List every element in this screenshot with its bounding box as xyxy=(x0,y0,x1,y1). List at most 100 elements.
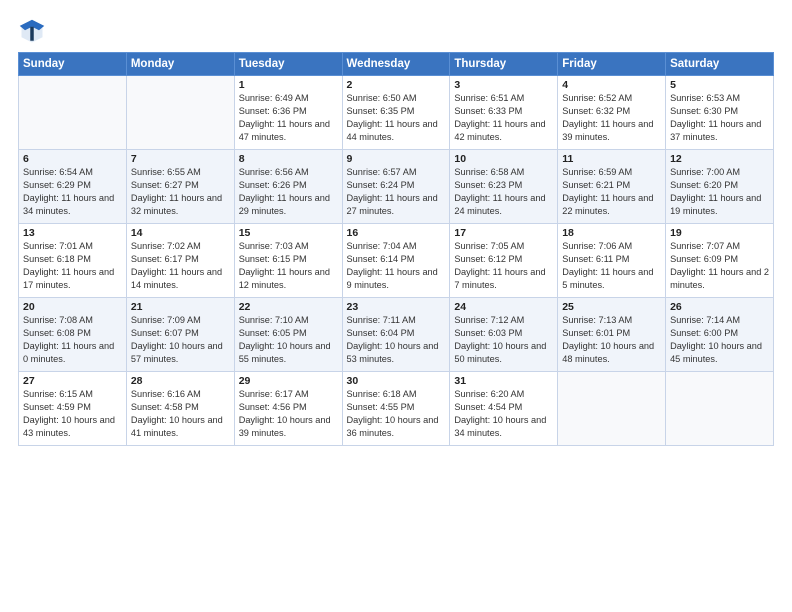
day-number: 3 xyxy=(454,79,553,91)
day-info: Sunrise: 7:11 AMSunset: 6:04 PMDaylight:… xyxy=(347,314,446,366)
day-info: Sunrise: 6:55 AMSunset: 6:27 PMDaylight:… xyxy=(131,166,230,218)
calendar-cell xyxy=(558,372,666,446)
day-info: Sunrise: 6:17 AMSunset: 4:56 PMDaylight:… xyxy=(239,388,338,440)
calendar-cell: 27Sunrise: 6:15 AMSunset: 4:59 PMDayligh… xyxy=(19,372,127,446)
day-number: 15 xyxy=(239,227,338,239)
day-info: Sunrise: 7:03 AMSunset: 6:15 PMDaylight:… xyxy=(239,240,338,292)
day-info: Sunrise: 7:12 AMSunset: 6:03 PMDaylight:… xyxy=(454,314,553,366)
calendar-cell: 22Sunrise: 7:10 AMSunset: 6:05 PMDayligh… xyxy=(234,298,342,372)
calendar-cell: 8Sunrise: 6:56 AMSunset: 6:26 PMDaylight… xyxy=(234,150,342,224)
weekday-header-row: SundayMondayTuesdayWednesdayThursdayFrid… xyxy=(19,53,774,76)
day-info: Sunrise: 7:01 AMSunset: 6:18 PMDaylight:… xyxy=(23,240,122,292)
day-number: 29 xyxy=(239,375,338,387)
calendar-cell: 19Sunrise: 7:07 AMSunset: 6:09 PMDayligh… xyxy=(666,224,774,298)
weekday-header-thursday: Thursday xyxy=(450,53,558,76)
day-info: Sunrise: 6:51 AMSunset: 6:33 PMDaylight:… xyxy=(454,92,553,144)
weekday-header-friday: Friday xyxy=(558,53,666,76)
day-number: 4 xyxy=(562,79,661,91)
calendar-cell: 16Sunrise: 7:04 AMSunset: 6:14 PMDayligh… xyxy=(342,224,450,298)
day-number: 23 xyxy=(347,301,446,313)
day-number: 17 xyxy=(454,227,553,239)
day-info: Sunrise: 6:18 AMSunset: 4:55 PMDaylight:… xyxy=(347,388,446,440)
calendar-cell: 25Sunrise: 7:13 AMSunset: 6:01 PMDayligh… xyxy=(558,298,666,372)
day-number: 9 xyxy=(347,153,446,165)
day-number: 24 xyxy=(454,301,553,313)
day-info: Sunrise: 6:20 AMSunset: 4:54 PMDaylight:… xyxy=(454,388,553,440)
day-info: Sunrise: 6:49 AMSunset: 6:36 PMDaylight:… xyxy=(239,92,338,144)
day-number: 21 xyxy=(131,301,230,313)
logo xyxy=(18,18,50,46)
calendar-cell: 21Sunrise: 7:09 AMSunset: 6:07 PMDayligh… xyxy=(126,298,234,372)
day-number: 31 xyxy=(454,375,553,387)
day-info: Sunrise: 6:56 AMSunset: 6:26 PMDaylight:… xyxy=(239,166,338,218)
calendar-cell: 15Sunrise: 7:03 AMSunset: 6:15 PMDayligh… xyxy=(234,224,342,298)
calendar-cell: 9Sunrise: 6:57 AMSunset: 6:24 PMDaylight… xyxy=(342,150,450,224)
day-info: Sunrise: 6:58 AMSunset: 6:23 PMDaylight:… xyxy=(454,166,553,218)
day-info: Sunrise: 7:13 AMSunset: 6:01 PMDaylight:… xyxy=(562,314,661,366)
day-number: 8 xyxy=(239,153,338,165)
day-info: Sunrise: 6:16 AMSunset: 4:58 PMDaylight:… xyxy=(131,388,230,440)
calendar-cell: 13Sunrise: 7:01 AMSunset: 6:18 PMDayligh… xyxy=(19,224,127,298)
day-number: 20 xyxy=(23,301,122,313)
day-info: Sunrise: 7:08 AMSunset: 6:08 PMDaylight:… xyxy=(23,314,122,366)
weekday-header-wednesday: Wednesday xyxy=(342,53,450,76)
main-container: SundayMondayTuesdayWednesdayThursdayFrid… xyxy=(0,0,792,456)
calendar-cell: 1Sunrise: 6:49 AMSunset: 6:36 PMDaylight… xyxy=(234,76,342,150)
day-number: 6 xyxy=(23,153,122,165)
week-row-5: 27Sunrise: 6:15 AMSunset: 4:59 PMDayligh… xyxy=(19,372,774,446)
day-info: Sunrise: 6:52 AMSunset: 6:32 PMDaylight:… xyxy=(562,92,661,144)
day-info: Sunrise: 7:14 AMSunset: 6:00 PMDaylight:… xyxy=(670,314,769,366)
day-number: 13 xyxy=(23,227,122,239)
day-number: 12 xyxy=(670,153,769,165)
day-info: Sunrise: 6:15 AMSunset: 4:59 PMDaylight:… xyxy=(23,388,122,440)
day-info: Sunrise: 7:09 AMSunset: 6:07 PMDaylight:… xyxy=(131,314,230,366)
day-info: Sunrise: 6:59 AMSunset: 6:21 PMDaylight:… xyxy=(562,166,661,218)
day-info: Sunrise: 6:50 AMSunset: 6:35 PMDaylight:… xyxy=(347,92,446,144)
header xyxy=(18,18,774,46)
calendar-cell xyxy=(19,76,127,150)
day-number: 26 xyxy=(670,301,769,313)
calendar-cell: 6Sunrise: 6:54 AMSunset: 6:29 PMDaylight… xyxy=(19,150,127,224)
day-info: Sunrise: 7:05 AMSunset: 6:12 PMDaylight:… xyxy=(454,240,553,292)
calendar-cell: 31Sunrise: 6:20 AMSunset: 4:54 PMDayligh… xyxy=(450,372,558,446)
day-number: 5 xyxy=(670,79,769,91)
calendar-cell: 4Sunrise: 6:52 AMSunset: 6:32 PMDaylight… xyxy=(558,76,666,150)
calendar-cell: 24Sunrise: 7:12 AMSunset: 6:03 PMDayligh… xyxy=(450,298,558,372)
day-number: 22 xyxy=(239,301,338,313)
calendar-cell: 12Sunrise: 7:00 AMSunset: 6:20 PMDayligh… xyxy=(666,150,774,224)
day-info: Sunrise: 7:02 AMSunset: 6:17 PMDaylight:… xyxy=(131,240,230,292)
day-number: 25 xyxy=(562,301,661,313)
weekday-header-tuesday: Tuesday xyxy=(234,53,342,76)
calendar-cell: 20Sunrise: 7:08 AMSunset: 6:08 PMDayligh… xyxy=(19,298,127,372)
day-info: Sunrise: 7:06 AMSunset: 6:11 PMDaylight:… xyxy=(562,240,661,292)
calendar-cell xyxy=(666,372,774,446)
calendar-cell: 11Sunrise: 6:59 AMSunset: 6:21 PMDayligh… xyxy=(558,150,666,224)
calendar-cell: 10Sunrise: 6:58 AMSunset: 6:23 PMDayligh… xyxy=(450,150,558,224)
calendar-cell: 3Sunrise: 6:51 AMSunset: 6:33 PMDaylight… xyxy=(450,76,558,150)
calendar-cell: 29Sunrise: 6:17 AMSunset: 4:56 PMDayligh… xyxy=(234,372,342,446)
calendar-cell xyxy=(126,76,234,150)
calendar-cell: 5Sunrise: 6:53 AMSunset: 6:30 PMDaylight… xyxy=(666,76,774,150)
calendar-cell: 18Sunrise: 7:06 AMSunset: 6:11 PMDayligh… xyxy=(558,224,666,298)
week-row-1: 1Sunrise: 6:49 AMSunset: 6:36 PMDaylight… xyxy=(19,76,774,150)
day-info: Sunrise: 7:00 AMSunset: 6:20 PMDaylight:… xyxy=(670,166,769,218)
week-row-4: 20Sunrise: 7:08 AMSunset: 6:08 PMDayligh… xyxy=(19,298,774,372)
day-number: 30 xyxy=(347,375,446,387)
day-number: 11 xyxy=(562,153,661,165)
calendar-cell: 14Sunrise: 7:02 AMSunset: 6:17 PMDayligh… xyxy=(126,224,234,298)
calendar-cell: 23Sunrise: 7:11 AMSunset: 6:04 PMDayligh… xyxy=(342,298,450,372)
week-row-3: 13Sunrise: 7:01 AMSunset: 6:18 PMDayligh… xyxy=(19,224,774,298)
day-number: 19 xyxy=(670,227,769,239)
calendar-cell: 26Sunrise: 7:14 AMSunset: 6:00 PMDayligh… xyxy=(666,298,774,372)
day-number: 7 xyxy=(131,153,230,165)
day-info: Sunrise: 7:04 AMSunset: 6:14 PMDaylight:… xyxy=(347,240,446,292)
day-info: Sunrise: 7:07 AMSunset: 6:09 PMDaylight:… xyxy=(670,240,769,292)
calendar-cell: 7Sunrise: 6:55 AMSunset: 6:27 PMDaylight… xyxy=(126,150,234,224)
logo-icon xyxy=(18,18,46,46)
calendar-cell: 30Sunrise: 6:18 AMSunset: 4:55 PMDayligh… xyxy=(342,372,450,446)
day-number: 28 xyxy=(131,375,230,387)
day-number: 2 xyxy=(347,79,446,91)
day-number: 16 xyxy=(347,227,446,239)
day-number: 18 xyxy=(562,227,661,239)
day-number: 10 xyxy=(454,153,553,165)
